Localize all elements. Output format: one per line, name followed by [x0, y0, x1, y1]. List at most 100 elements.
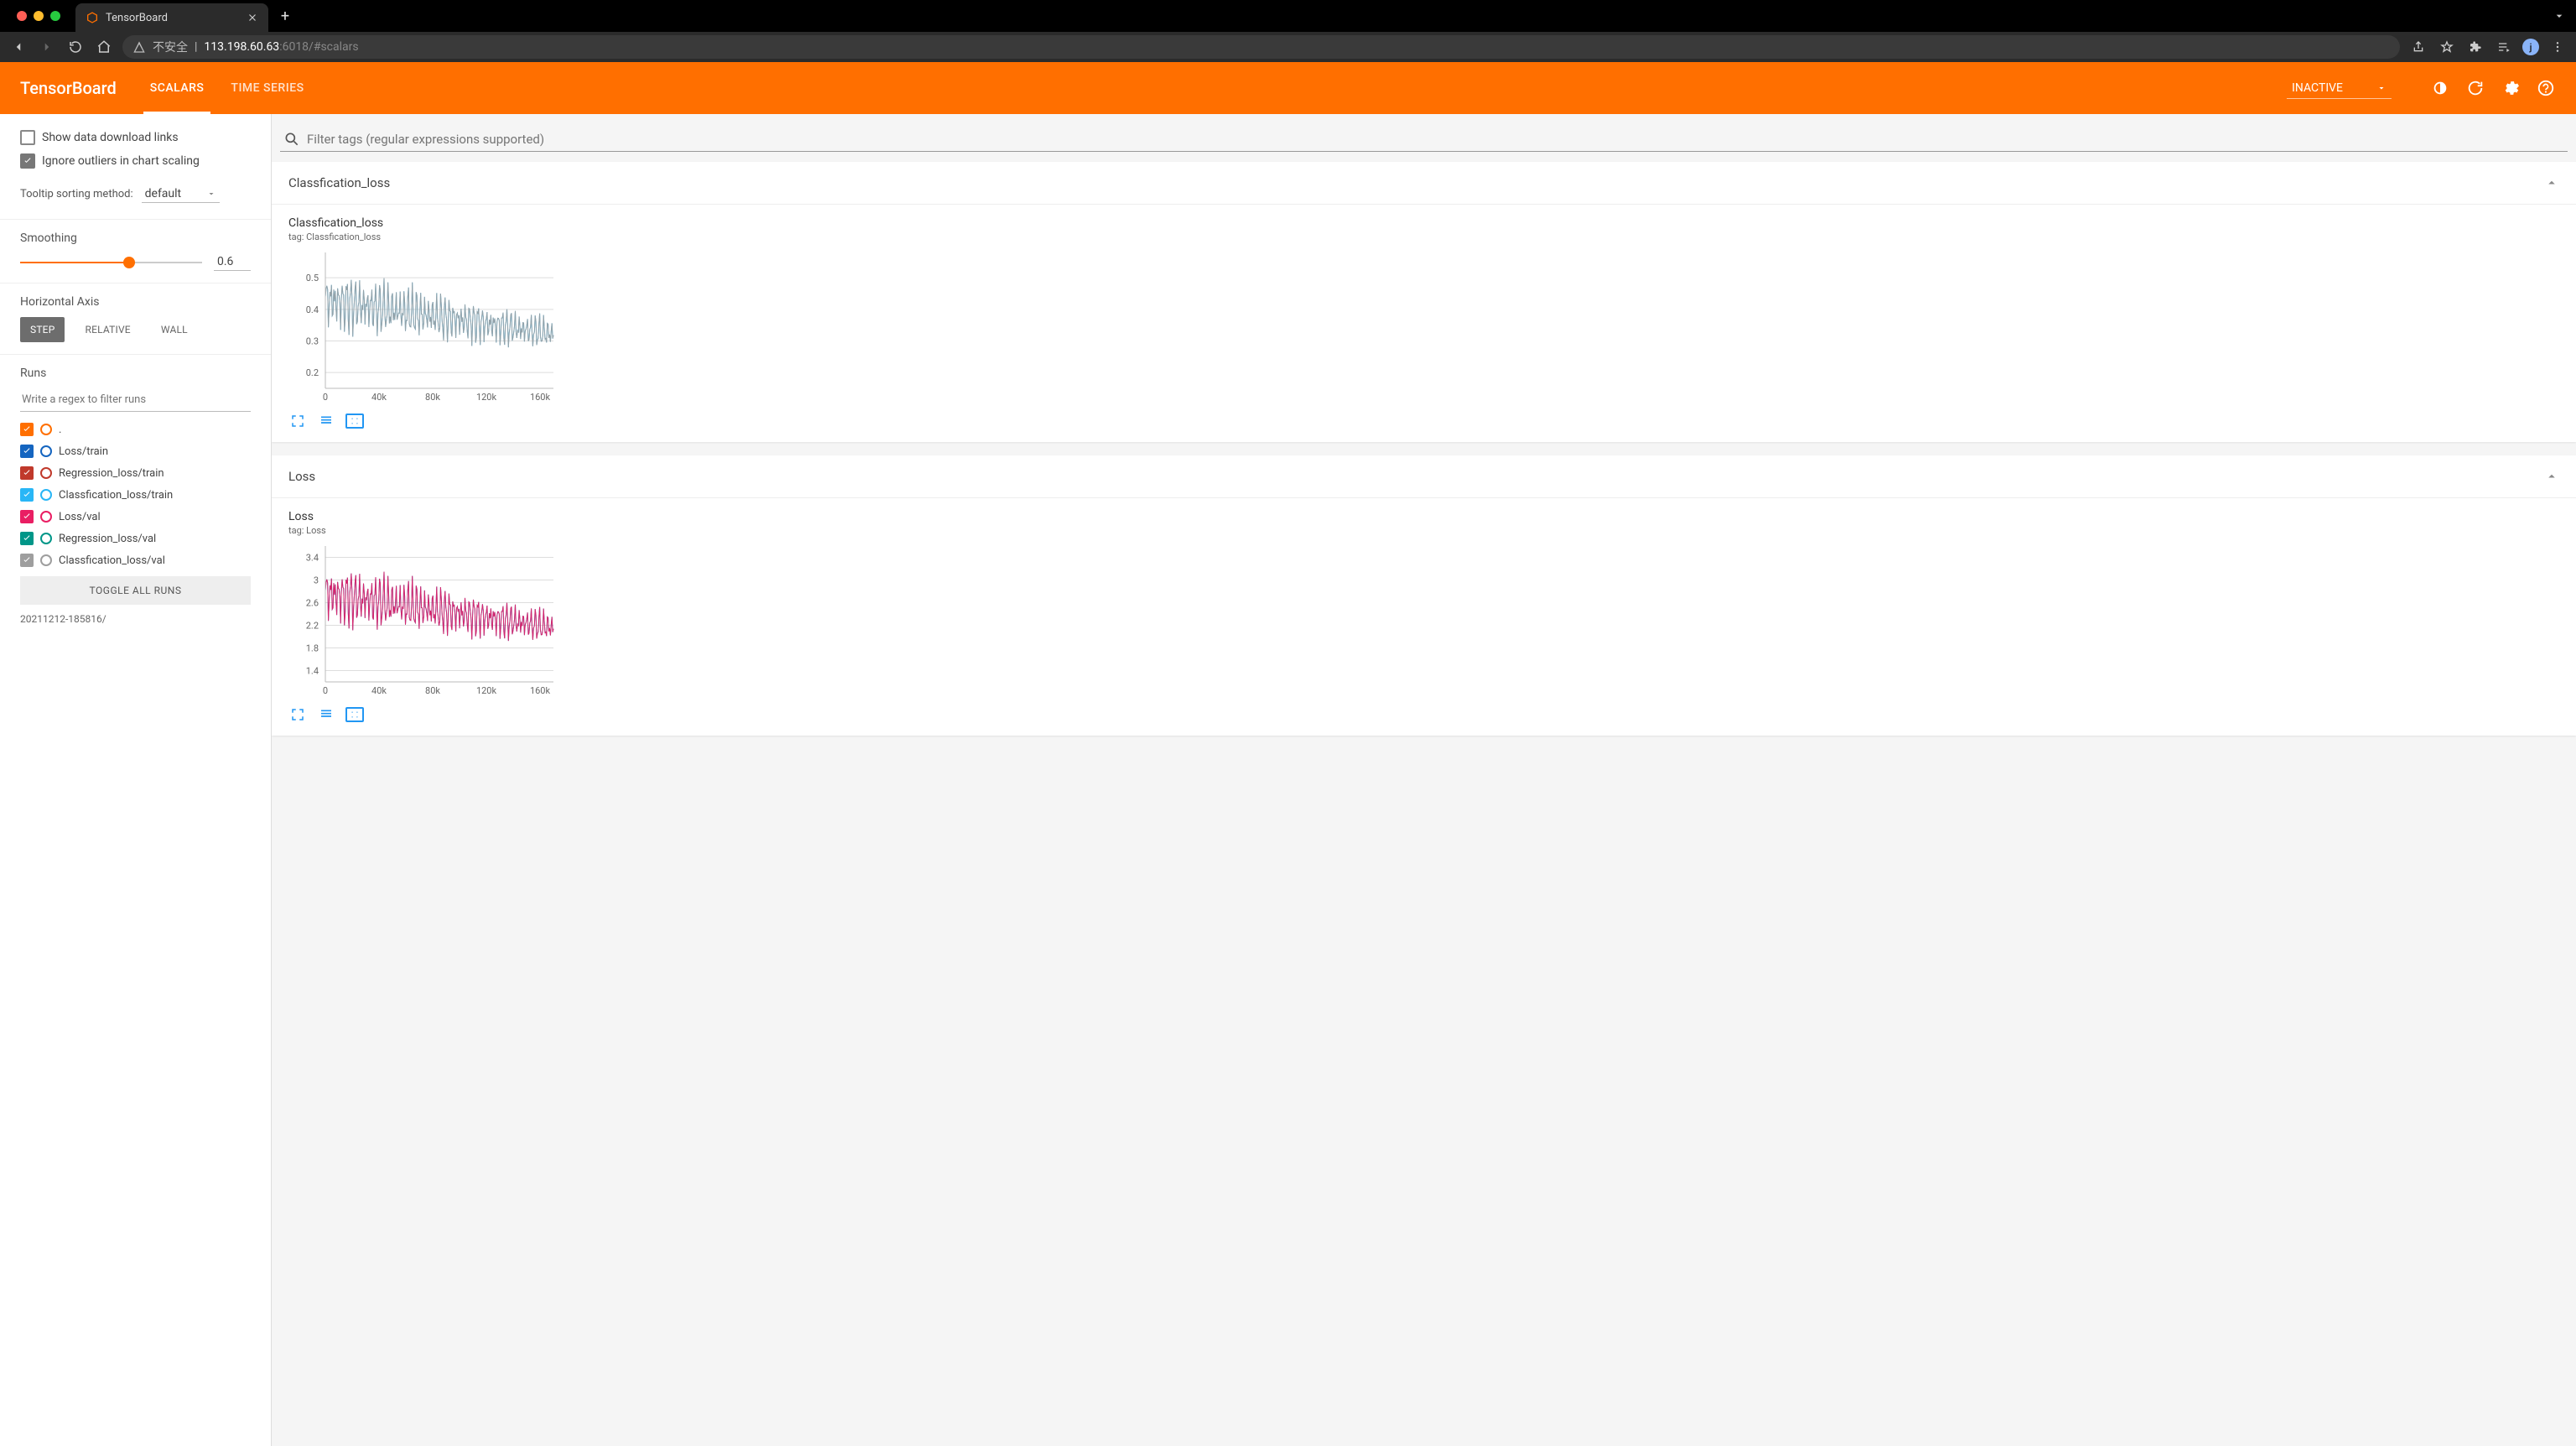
- list-chart-icon[interactable]: [317, 707, 335, 722]
- window-close-icon[interactable]: [17, 11, 27, 21]
- toolbar-right: j: [2408, 37, 2568, 57]
- new-tab-button[interactable]: +: [273, 4, 297, 28]
- chevron-up-icon: [2544, 175, 2559, 190]
- refresh-icon[interactable]: [2465, 78, 2485, 98]
- kebab-menu-icon[interactable]: [2547, 37, 2568, 57]
- close-tab-icon[interactable]: [247, 12, 258, 23]
- search-icon: [283, 131, 300, 148]
- tensorboard-favicon-icon: [86, 11, 99, 24]
- smoothing-value[interactable]: 0.6: [214, 253, 251, 271]
- chart-tag: tag: Classfication_loss: [288, 231, 2559, 242]
- svg-text:0.2: 0.2: [306, 367, 319, 378]
- run-label: Regression_loss/val: [59, 533, 156, 545]
- svg-text:3.4: 3.4: [306, 553, 319, 564]
- url-rest: :6018/#scalars: [279, 40, 358, 54]
- nav-forward-button[interactable]: [37, 37, 57, 57]
- address-bar[interactable]: 不安全 | 113.198.60.63:6018/#scalars: [122, 35, 2400, 59]
- svg-text:0: 0: [323, 685, 328, 696]
- expand-chart-icon[interactable]: [288, 707, 307, 722]
- browser-chrome: TensorBoard + 不安全 | 113.198.60.63:6018/#…: [0, 0, 2576, 62]
- chart-card: Loss Loss tag: Loss 1.41.82.22.633.4040k…: [272, 455, 2576, 736]
- tag-filter[interactable]: [280, 127, 2568, 152]
- smoothing-slider[interactable]: [20, 262, 202, 263]
- checkbox-show-download[interactable]: [20, 130, 35, 145]
- run-checkbox[interactable]: [20, 554, 34, 567]
- svg-text:2.2: 2.2: [306, 621, 319, 632]
- tabs-dropdown-icon[interactable]: [2553, 9, 2566, 23]
- axis-wall-button[interactable]: WALL: [151, 317, 198, 342]
- checkbox-ignore-outliers[interactable]: [20, 153, 35, 169]
- nav-reload-button[interactable]: [65, 37, 86, 57]
- horiz-axis-label: Horizontal Axis: [20, 295, 251, 309]
- tab-scalars[interactable]: SCALARS: [140, 62, 215, 114]
- mode-dropdown[interactable]: INACTIVE: [2287, 78, 2392, 99]
- run-row: Regression_loss/val: [20, 528, 251, 549]
- profile-avatar[interactable]: j: [2522, 39, 2539, 55]
- help-icon[interactable]: [2536, 78, 2556, 98]
- browser-tab[interactable]: TensorBoard: [75, 3, 268, 32]
- run-folder: 20211212-185816/: [20, 605, 251, 628]
- run-checkbox[interactable]: [20, 466, 34, 480]
- chart-svg: 0.20.30.40.5040k80k120k160k: [288, 247, 557, 407]
- sb-smoothing: Smoothing 0.6: [0, 220, 271, 283]
- svg-text:120k: 120k: [476, 685, 497, 696]
- runs-label: Runs: [20, 367, 251, 380]
- axis-step-button[interactable]: STEP: [20, 317, 65, 342]
- tag-filter-input[interactable]: [307, 132, 2564, 147]
- settings-icon[interactable]: [2501, 78, 2521, 98]
- run-row: .: [20, 419, 251, 440]
- chart-title: Classfication_loss: [288, 216, 2559, 230]
- runs-filter-input[interactable]: [20, 388, 251, 412]
- run-checkbox[interactable]: [20, 532, 34, 545]
- card-body: Classfication_loss tag: Classfication_lo…: [272, 205, 2576, 442]
- chart-actions: [288, 707, 2559, 722]
- url-host: 113.198.60.63: [204, 40, 279, 54]
- share-icon[interactable]: [2408, 37, 2428, 57]
- smoothing-label: Smoothing: [20, 231, 251, 245]
- theme-toggle-icon[interactable]: [2430, 78, 2450, 98]
- run-row: Loss/val: [20, 506, 251, 528]
- window-minimize-icon[interactable]: [34, 11, 44, 21]
- run-row: Classfication_loss/val: [20, 549, 251, 571]
- app-header: TensorBoard SCALARS TIME SERIES INACTIVE: [0, 62, 2576, 114]
- card-body: Loss tag: Loss 1.41.82.22.633.4040k80k12…: [272, 498, 2576, 736]
- star-icon[interactable]: [2437, 37, 2457, 57]
- chevron-down-icon: [206, 189, 216, 199]
- nav-home-button[interactable]: [94, 37, 114, 57]
- svg-text:0.5: 0.5: [306, 273, 319, 283]
- nav-back-button[interactable]: [8, 37, 29, 57]
- chart-tag: tag: Loss: [288, 525, 2559, 536]
- card-group-title: Loss: [288, 469, 315, 484]
- toggle-all-runs-button[interactable]: TOGGLE ALL RUNS: [20, 576, 251, 605]
- expand-chart-icon[interactable]: [288, 414, 307, 429]
- run-checkbox[interactable]: [20, 445, 34, 458]
- run-checkbox[interactable]: [20, 510, 34, 523]
- run-color-icon: [40, 511, 52, 523]
- tab-timeseries[interactable]: TIME SERIES: [221, 62, 314, 114]
- window-maximize-icon[interactable]: [50, 11, 60, 21]
- run-checkbox[interactable]: [20, 423, 34, 436]
- axis-relative-button[interactable]: RELATIVE: [75, 317, 140, 342]
- card-header[interactable]: Classfication_loss: [272, 162, 2576, 205]
- run-label: .: [59, 424, 61, 436]
- run-label: Classfication_loss/train: [59, 489, 173, 502]
- tab-strip: TensorBoard +: [0, 0, 2576, 32]
- list-chart-icon[interactable]: [317, 414, 335, 429]
- tooltip-sort-dropdown[interactable]: default: [142, 185, 221, 203]
- mode-dropdown-label: INACTIVE: [2292, 81, 2343, 95]
- svg-text:40k: 40k: [371, 685, 387, 696]
- url-sep: |: [195, 40, 197, 54]
- run-checkbox[interactable]: [20, 488, 34, 502]
- svg-text:80k: 80k: [425, 392, 440, 403]
- card-header[interactable]: Loss: [272, 455, 2576, 498]
- svg-text:0: 0: [323, 392, 328, 403]
- playlist-icon[interactable]: [2494, 37, 2514, 57]
- run-color-icon: [40, 445, 52, 457]
- svg-text:120k: 120k: [476, 392, 497, 403]
- fit-chart-icon[interactable]: [345, 414, 364, 429]
- fit-chart-icon[interactable]: [345, 707, 364, 722]
- run-label: Regression_loss/train: [59, 467, 164, 480]
- label-ignore-outliers: Ignore outliers in chart scaling: [42, 154, 200, 168]
- run-row: Regression_loss/train: [20, 462, 251, 484]
- extensions-icon[interactable]: [2465, 37, 2485, 57]
